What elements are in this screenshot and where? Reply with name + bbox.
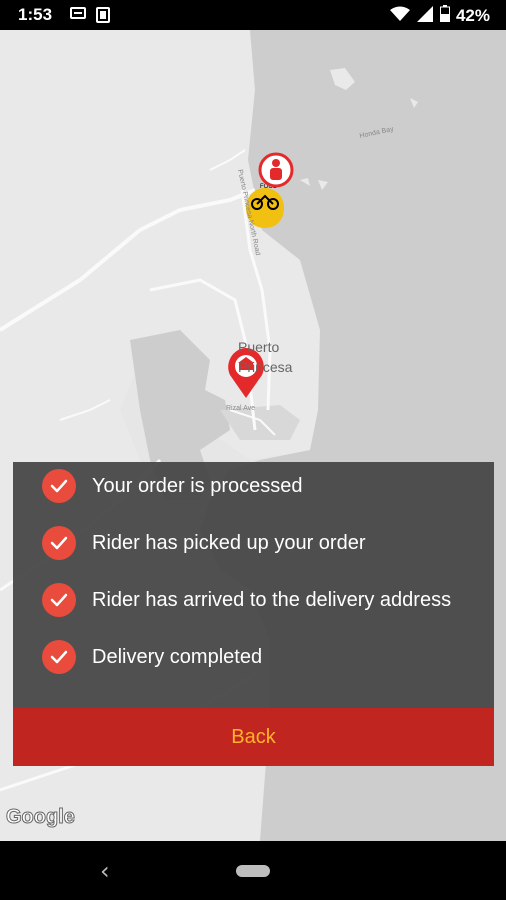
battery-percent: 42%	[455, 6, 490, 25]
status-system-icons: 42%	[389, 5, 490, 27]
message-icon	[70, 7, 86, 28]
status-time: 1:53	[18, 5, 53, 24]
check-icon	[42, 583, 76, 617]
step-picked-up: Rider has picked up your order	[42, 525, 365, 561]
battery-icon	[439, 5, 450, 27]
check-icon	[42, 640, 76, 674]
sim-icon	[96, 7, 110, 28]
delivery-progress-panel: Your order is processed Rider has picked…	[13, 462, 494, 708]
customer-pin-icon[interactable]	[258, 152, 294, 188]
signal-icon	[416, 5, 434, 27]
system-nav-bar: ‹	[0, 841, 506, 900]
step-arrived: Rider has arrived to the delivery addres…	[42, 582, 451, 618]
check-icon	[42, 469, 76, 503]
step-label: Your order is processed	[92, 474, 303, 497]
google-attribution-logo: Google	[6, 806, 76, 829]
step-label: Rider has picked up your order	[92, 531, 366, 554]
nav-home-pill-icon[interactable]	[236, 865, 270, 877]
city-label-1: Puerto	[238, 339, 279, 355]
status-bar: 1:53 42%	[0, 0, 506, 30]
step-label: Delivery completed	[92, 645, 263, 668]
city-label-2: Princesa	[238, 359, 293, 375]
back-button[interactable]: Back	[13, 708, 494, 766]
step-label: Rider has arrived to the delivery addres…	[92, 588, 452, 611]
step-order-processed: Your order is processed	[42, 468, 303, 504]
back-button-label: Back	[231, 725, 276, 748]
nav-back-icon[interactable]: ‹	[100, 857, 110, 885]
step-delivered: Delivery completed	[42, 639, 262, 675]
check-icon	[42, 526, 76, 560]
status-notification-icons	[70, 7, 110, 28]
wifi-icon	[389, 6, 410, 27]
small-street-label: Rizal Ave	[226, 405, 255, 412]
